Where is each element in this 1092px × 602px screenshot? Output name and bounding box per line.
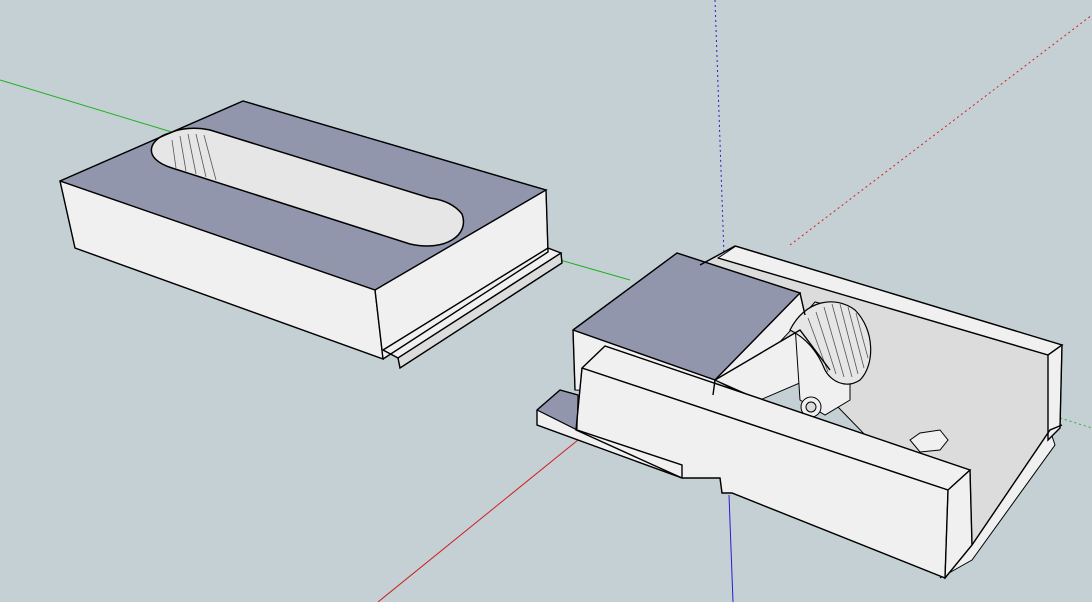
slide-clamp-assembly[interactable] — [536, 245, 1064, 580]
blue-axis-dotted — [714, 0, 725, 256]
red-axis-solid — [377, 439, 579, 602]
blue-axis-solid — [728, 494, 734, 602]
red-axis-dotted — [789, 14, 1092, 246]
slotted-block[interactable] — [58, 100, 563, 370]
green-axis-solid-2 — [559, 259, 631, 281]
green-axis-solid — [0, 79, 176, 134]
modeling-viewport[interactable] — [0, 0, 1092, 602]
bolt-hole-inner — [805, 401, 817, 413]
green-axis-dotted — [1059, 417, 1092, 429]
scene-canvas[interactable] — [0, 0, 1092, 602]
